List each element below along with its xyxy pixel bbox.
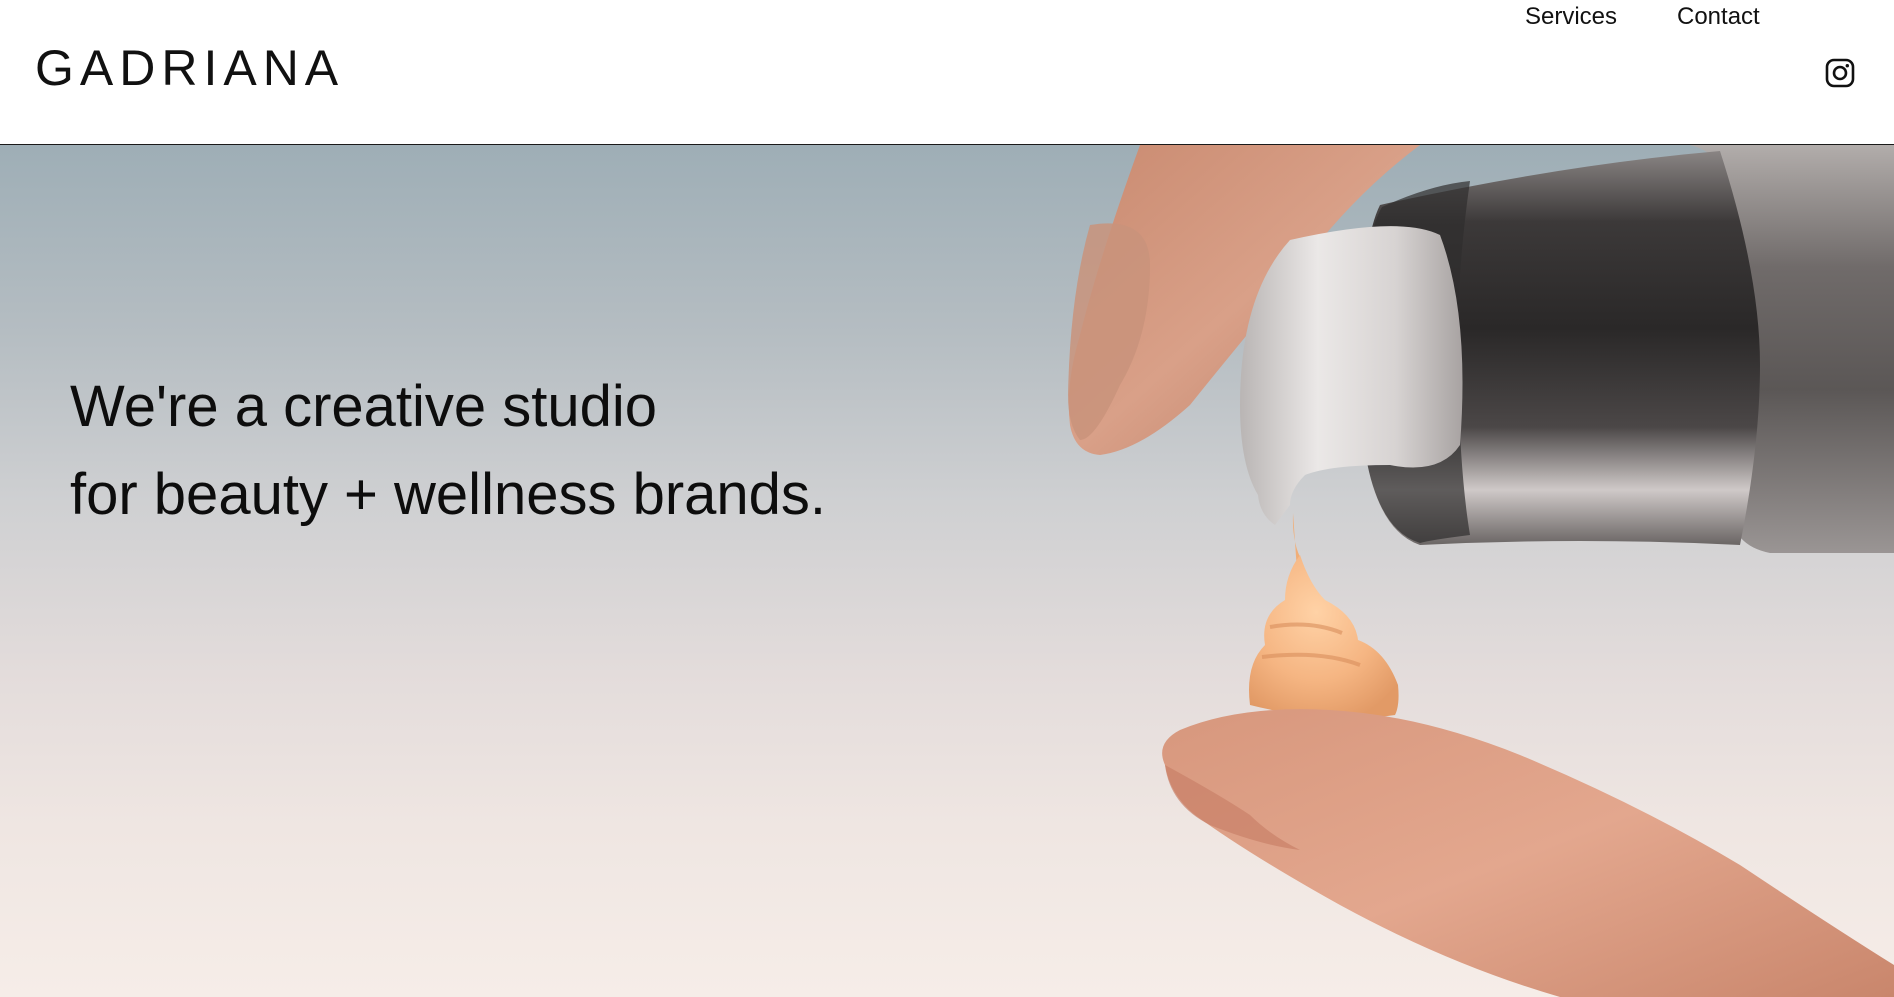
nav-services-link[interactable]: Services [1525, 0, 1617, 34]
nav-contact-link[interactable]: Contact [1677, 0, 1760, 34]
hero-headline-line1: We're a creative studio [70, 374, 658, 439]
hero-photo [1068, 145, 1894, 997]
hero-section: We're a creative studio for beauty + wel… [0, 145, 1894, 997]
logo[interactable]: GADRIANA [35, 40, 344, 96]
instagram-icon[interactable] [1825, 58, 1855, 88]
site-header: GADRIANA Services Contact [0, 0, 1894, 145]
hero-headline: We're a creative studio for beauty + wel… [70, 363, 826, 539]
hero-headline-line2: for beauty + wellness brands. [70, 462, 827, 527]
